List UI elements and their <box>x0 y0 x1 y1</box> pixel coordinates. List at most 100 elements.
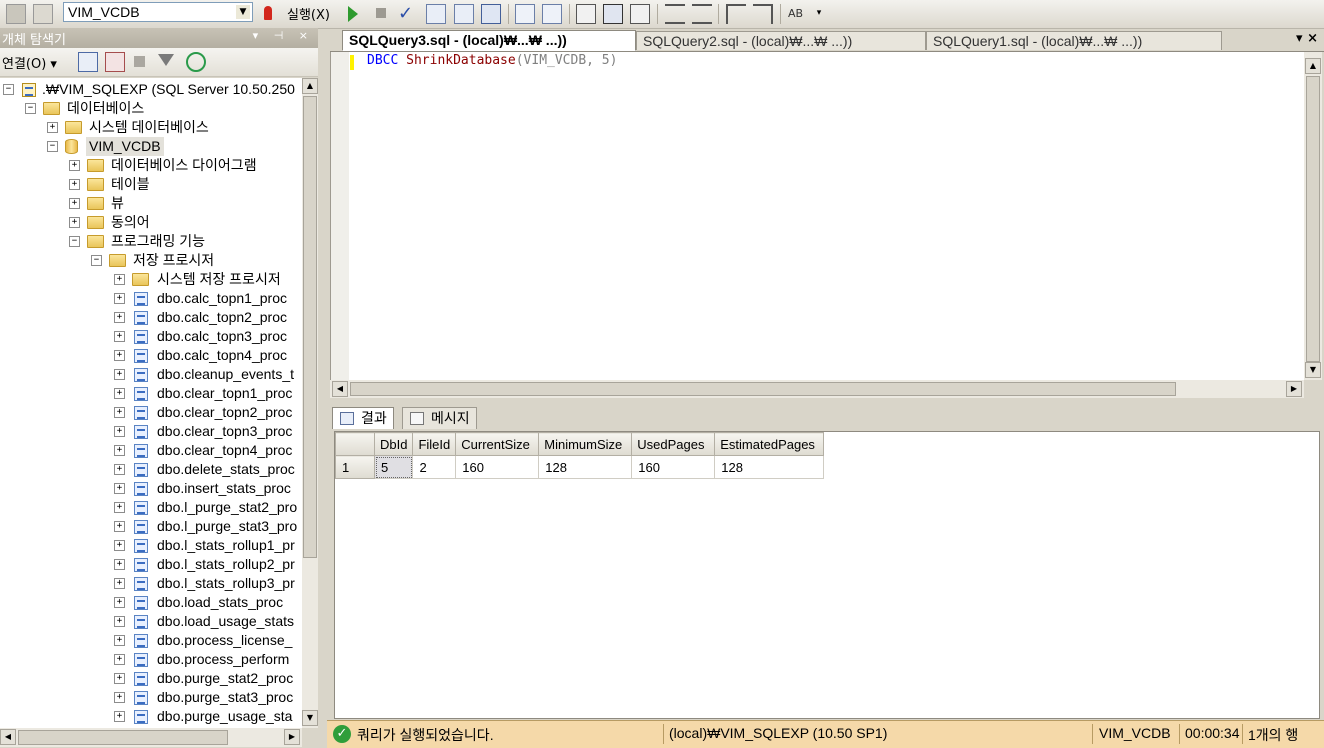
column-header-minimumsize[interactable]: MinimumSize <box>538 432 633 456</box>
client-stats-icon[interactable] <box>542 4 562 24</box>
editor-horizontal-scrollbar[interactable]: ◀ ▶ <box>330 380 1304 398</box>
scroll-up-icon[interactable]: ▲ <box>302 78 318 94</box>
tab-sqlquery1[interactable]: SQLQuery1.sql - (local)₩...₩ ...)) <box>926 31 1222 50</box>
chevron-down-icon[interactable]: ▼ <box>236 5 250 19</box>
expand-icon[interactable]: + <box>114 350 125 361</box>
uncomment-icon[interactable] <box>692 4 712 24</box>
collapse-icon[interactable]: − <box>91 255 102 266</box>
expand-icon[interactable]: + <box>114 521 125 532</box>
row-header-corner[interactable] <box>335 432 375 456</box>
tab-controls[interactable]: ▾ × <box>1296 31 1318 46</box>
scroll-up-icon[interactable]: ▲ <box>1305 58 1321 74</box>
expand-icon[interactable]: + <box>69 160 80 171</box>
expand-icon[interactable]: + <box>114 578 125 589</box>
object-explorer-horizontal-scrollbar[interactable]: ◀ ▶ <box>0 728 302 747</box>
expand-icon[interactable]: + <box>114 331 125 342</box>
scroll-left-icon[interactable]: ◀ <box>332 381 348 397</box>
expand-icon[interactable]: + <box>114 445 125 456</box>
table-cell[interactable]: 128 <box>538 455 633 479</box>
disconnect-icon[interactable] <box>105 52 125 72</box>
tab-sqlquery3[interactable]: SQLQuery3.sql - (local)₩...₩ ...)) <box>342 30 636 51</box>
specify-values-icon[interactable]: AB <box>788 4 808 24</box>
scroll-thumb[interactable] <box>303 96 317 558</box>
expand-icon[interactable]: + <box>114 274 125 285</box>
column-header-currentsize[interactable]: CurrentSize <box>455 432 540 456</box>
expand-icon[interactable]: + <box>114 502 125 513</box>
check-icon[interactable]: ✓ <box>398 4 418 24</box>
debug-icon[interactable] <box>264 6 272 20</box>
table-cell[interactable]: 5 <box>373 455 414 479</box>
scroll-down-icon[interactable]: ▼ <box>1305 362 1321 378</box>
expand-icon[interactable]: + <box>114 388 125 399</box>
query-editor[interactable]: DBCC ShrinkDatabase(VIM_VCDB, 5) <box>330 52 1305 380</box>
row-number[interactable]: 1 <box>335 455 375 479</box>
expand-icon[interactable]: + <box>69 179 80 190</box>
expand-icon[interactable]: + <box>114 540 125 551</box>
tab-sqlquery2[interactable]: SQLQuery2.sql - (local)₩...₩ ...)) <box>636 31 926 50</box>
connect-server-icon[interactable] <box>78 52 98 72</box>
editor-vertical-scrollbar[interactable]: ▲ ▼ <box>1304 52 1322 380</box>
scroll-thumb[interactable] <box>350 382 1176 396</box>
table-cell[interactable]: 128 <box>714 455 825 479</box>
stop-icon[interactable] <box>376 8 386 18</box>
increase-indent-icon[interactable] <box>753 4 773 24</box>
change-connection-icon[interactable] <box>33 4 53 24</box>
collapse-icon[interactable]: − <box>69 236 80 247</box>
panel-window-buttons[interactable]: ▾ ⊣ × <box>253 29 314 42</box>
save-icon[interactable] <box>481 4 501 24</box>
refresh-icon[interactable] <box>186 52 206 72</box>
expand-icon[interactable]: + <box>114 426 125 437</box>
expand-icon[interactable]: + <box>114 369 125 380</box>
table-cell[interactable]: 160 <box>455 455 540 479</box>
tab-messages[interactable]: 메시지 <box>402 407 477 429</box>
results-to-grid-icon[interactable] <box>603 4 623 24</box>
column-header-fileid[interactable]: FileId <box>412 432 457 456</box>
query-designer-icon[interactable] <box>454 4 474 24</box>
stop-icon[interactable] <box>134 56 145 67</box>
connect-button[interactable]: 연결(O) ▾ <box>2 53 57 72</box>
play-icon[interactable] <box>348 6 358 22</box>
column-header-dbid[interactable]: DbId <box>373 432 414 456</box>
expand-icon[interactable]: + <box>69 198 80 209</box>
expand-icon[interactable]: + <box>69 217 80 228</box>
comment-icon[interactable] <box>665 4 685 24</box>
expand-icon[interactable]: + <box>114 483 125 494</box>
expand-icon[interactable]: + <box>114 464 125 475</box>
object-explorer-icon[interactable] <box>6 4 26 24</box>
expand-icon[interactable]: + <box>114 616 125 627</box>
collapse-icon[interactable]: − <box>47 141 58 152</box>
sql-code-line[interactable]: DBCC ShrinkDatabase(VIM_VCDB, 5) <box>367 53 617 68</box>
scroll-left-icon[interactable]: ◀ <box>0 729 16 745</box>
expand-icon[interactable]: + <box>114 293 125 304</box>
include-plan-icon[interactable] <box>515 4 535 24</box>
expand-icon[interactable]: + <box>47 122 58 133</box>
table-cell[interactable]: 2 <box>412 455 457 479</box>
expand-icon[interactable]: + <box>114 654 125 665</box>
expand-icon[interactable]: + <box>114 692 125 703</box>
scroll-thumb[interactable] <box>18 730 228 745</box>
filter-icon[interactable] <box>158 54 174 66</box>
scroll-right-icon[interactable]: ▶ <box>284 729 300 745</box>
expand-icon[interactable]: + <box>114 673 125 684</box>
database-select[interactable]: VIM_VCDB ▼ <box>63 2 253 22</box>
results-to-file-icon[interactable] <box>630 4 650 24</box>
object-explorer-vertical-scrollbar[interactable]: ▲ ▼ <box>302 78 318 728</box>
display-plan-icon[interactable] <box>426 4 446 24</box>
decrease-indent-icon[interactable] <box>726 4 746 24</box>
column-header-usedpages[interactable]: UsedPages <box>631 432 716 456</box>
tab-results[interactable]: 결과 <box>332 407 394 429</box>
expand-icon[interactable]: + <box>114 559 125 570</box>
expand-icon[interactable]: + <box>114 711 125 722</box>
scroll-thumb[interactable] <box>1306 76 1320 362</box>
expand-icon[interactable]: + <box>114 635 125 646</box>
expand-icon[interactable]: + <box>114 312 125 323</box>
execute-button[interactable]: 실행(X) <box>287 4 330 23</box>
expand-icon[interactable]: + <box>114 597 125 608</box>
results-to-text-icon[interactable] <box>576 4 596 24</box>
collapse-icon[interactable]: − <box>25 103 36 114</box>
scroll-down-icon[interactable]: ▼ <box>302 710 318 726</box>
table-cell[interactable]: 160 <box>631 455 716 479</box>
column-header-estimatedpages[interactable]: EstimatedPages <box>714 432 825 456</box>
toolbar-overflow-icon[interactable]: ▾ <box>813 8 825 24</box>
collapse-icon[interactable]: − <box>3 84 14 95</box>
